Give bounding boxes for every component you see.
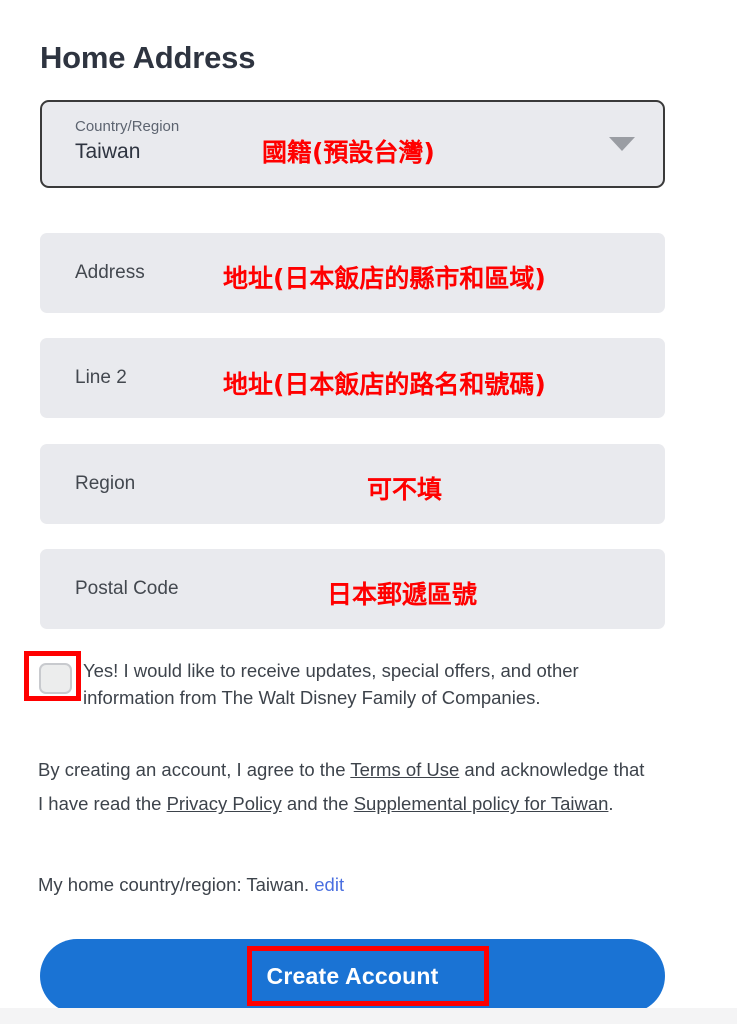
home-country-line: My home country/region: Taiwan. edit	[38, 874, 344, 896]
home-country-text: My home country/region: Taiwan.	[38, 874, 310, 895]
line2-field-label: Line 2	[75, 367, 127, 388]
annotation-postal-code: 日本郵遞區號	[327, 580, 478, 609]
region-field[interactable]: Region	[40, 444, 665, 524]
annotation-region: 可不填	[367, 475, 443, 504]
legal-part-3: and the	[281, 793, 354, 815]
annotation-address: 地址(日本飯店的縣市和區域)	[223, 264, 546, 293]
country-region-text: Country/Region Taiwan	[75, 118, 179, 165]
create-account-button[interactable]: Create Account	[40, 939, 665, 1013]
chevron-down-icon[interactable]	[609, 137, 635, 151]
home-address-page: Home Address Country/Region Taiwan 國籍(預設…	[0, 0, 737, 1024]
region-field-label: Region	[75, 473, 136, 494]
annotation-country-region: 國籍(預設台灣)	[262, 138, 435, 167]
address-field-label: Address	[75, 262, 145, 283]
supplemental-policy-link[interactable]: Supplemental policy for Taiwan	[354, 793, 609, 814]
page-title: Home Address	[40, 39, 256, 75]
bottom-band	[0, 1008, 737, 1024]
postal-code-field-label: Postal Code	[75, 578, 179, 599]
country-region-value: Taiwan	[75, 139, 141, 163]
legal-part-1: By creating an account, I agree to the	[38, 759, 351, 780]
privacy-policy-link[interactable]: Privacy Policy	[167, 793, 282, 814]
legal-part-4: .	[608, 793, 614, 815]
marketing-optin-label: Yes! I would like to receive updates, sp…	[83, 660, 579, 708]
legal-text: By creating an account, I agree to the T…	[38, 753, 653, 822]
edit-home-country-link[interactable]: edit	[314, 874, 344, 895]
terms-of-use-link[interactable]: Terms of Use	[350, 759, 459, 780]
country-region-label: Country/Region	[75, 118, 180, 135]
marketing-optin-checkbox[interactable]	[39, 663, 72, 694]
annotation-line2: 地址(日本飯店的路名和號碼)	[223, 370, 546, 399]
